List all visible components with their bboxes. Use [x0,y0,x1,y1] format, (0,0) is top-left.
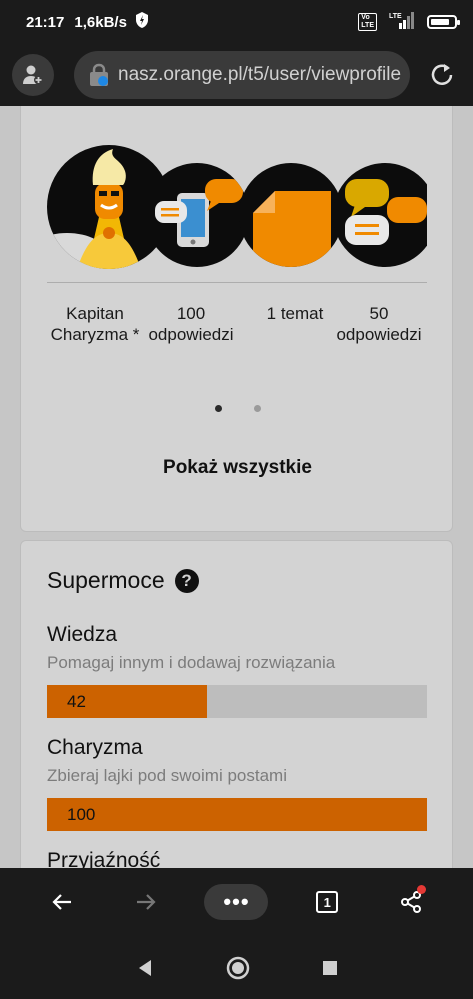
lock-icon [90,63,108,86]
menu-button[interactable]: ••• [204,884,269,920]
progress-fill [47,798,427,831]
tab-count: 1 [316,891,339,913]
badge-1-temat[interactable] [239,163,343,267]
help-icon[interactable]: ? [174,568,199,593]
recents-square-icon[interactable] [321,959,339,977]
document-icon [253,191,331,267]
power-description: Pomagaj innym i dodawaj rozwiązania [47,653,336,672]
volte-icon: Vo LTE [358,13,377,31]
progress-value: 100 [67,805,96,824]
superpowers-card: Supermoce ? Wiedza Pomagaj innym i dodaw… [20,540,453,868]
power-charyzma: Charyzma Zbieraj lajki pod swoimi postam… [47,736,427,831]
notification-dot [417,885,427,894]
progress-value: 42 [67,692,86,711]
status-time: 21:17 [26,13,65,31]
tabs-button[interactable]: 1 [302,877,352,927]
back-button[interactable] [37,877,87,927]
divider [47,282,427,283]
badge-100-odpowiedzi[interactable] [145,163,249,267]
power-name: Wiedza [47,623,118,646]
carousel-dot-2[interactable] [253,405,261,412]
badges-carousel[interactable] [47,141,427,271]
badge-label: 100 odpowiedzi [148,304,234,344]
phone-chat-icon [155,179,243,247]
signal-icon: LTE [387,11,417,33]
back-triangle-icon[interactable] [135,958,155,978]
data-saver-icon [135,12,149,32]
browser-toolbar: nasz.orange.pl/t5/user/viewprofile [0,44,473,106]
url-field[interactable]: nasz.orange.pl/t5/user/viewprofile [74,51,410,99]
home-circle-icon[interactable] [225,955,251,981]
status-net-speed: 1,6kB/s [74,13,127,31]
power-name: Charyzma [47,736,143,759]
arrow-left-icon [52,894,71,910]
carousel-pagination [21,405,454,412]
chat-bubbles-icon [345,179,427,245]
power-przyjaznosc: Przyjaźność [47,849,427,868]
battery-icon [427,15,460,29]
arrow-right-icon [136,894,156,910]
android-nav-bar [0,936,473,999]
svg-text:LTE: LTE [389,13,402,20]
carousel-dot-1[interactable] [214,405,222,412]
power-wiedza: Wiedza Pomagaj innym i dodawaj rozwiązan… [47,623,427,718]
add-user-icon [23,65,43,85]
superpowers-title: Supermoce [47,567,165,593]
profile-button[interactable] [12,54,54,96]
power-description: Zbieraj lajki pod swoimi postami [47,766,287,785]
power-name: Przyjaźność [47,849,161,868]
status-bar: 21:17 1,6kB/s Vo LTE LTE [0,0,473,44]
browser-bottom-bar: ••• 1 [0,868,473,936]
reload-button[interactable] [424,57,460,93]
reload-icon [431,64,453,85]
url-text: nasz.orange.pl/t5/user/viewprofile [118,64,402,85]
superpowers-header: Supermoce ? [47,567,199,594]
show-all-link[interactable]: Pokaż wszystkie [21,457,454,479]
forward-button[interactable] [121,877,171,927]
badge-50-odpowiedzi[interactable] [333,163,427,267]
power-progress-bar: 42 [47,685,427,718]
badge-label: 50 odpowiedzi [336,304,422,344]
badges-card: Kapitan Charyzma * 100 odpowiedzi 1 tema… [20,106,453,532]
page-content: Kapitan Charyzma * 100 odpowiedzi 1 tema… [0,106,473,868]
badge-label: Kapitan Charyzma * [50,304,140,344]
power-progress-bar: 100 [47,798,427,831]
share-button[interactable] [386,877,436,927]
